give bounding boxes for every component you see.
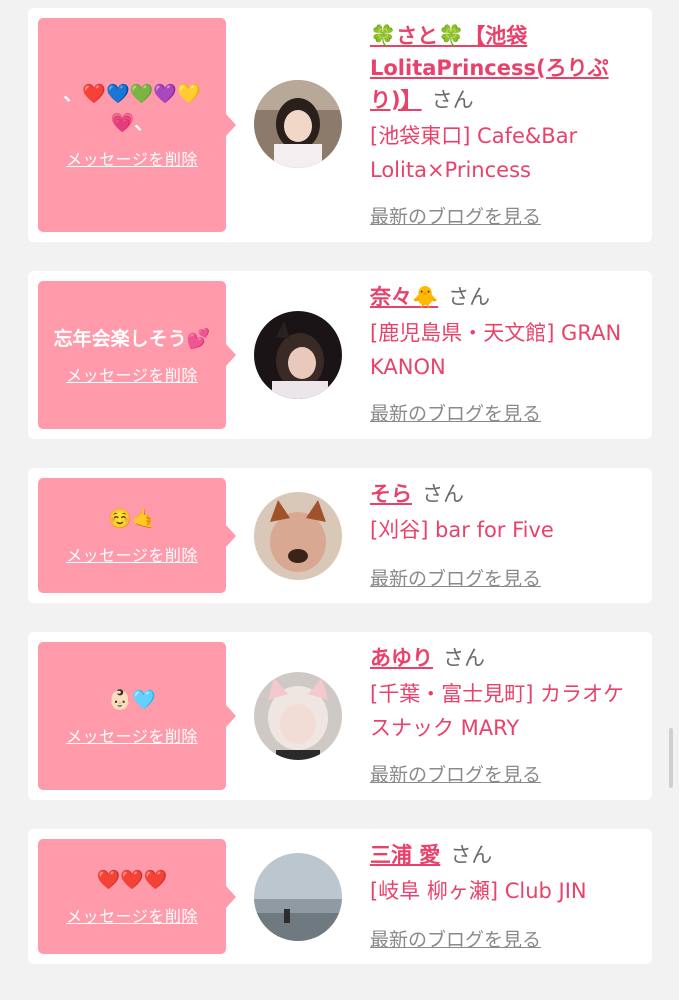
avatar-photo bbox=[254, 853, 342, 941]
message-text: 👶🏻🩵 bbox=[108, 688, 156, 711]
latest-blog-link[interactable]: 最新のブログを見る bbox=[370, 760, 541, 787]
message-text: ❤️❤️❤️ bbox=[96, 869, 168, 891]
shop-info: [千葉・富士見町] カラオケスナック MARY bbox=[370, 682, 625, 740]
avatar-photo bbox=[254, 311, 342, 399]
name-line: 🍀さと🍀【池袋LolitaPrincess(ろりぷり)】 さん bbox=[370, 20, 630, 116]
avatar-photo bbox=[254, 492, 342, 580]
message-bubble: ❤️❤️❤️ メッセージを削除 bbox=[38, 839, 236, 954]
delete-message-link[interactable]: メッセージを削除 bbox=[66, 146, 198, 170]
delete-message-link[interactable]: メッセージを削除 bbox=[66, 362, 198, 386]
message-card: 👶🏻🩵 メッセージを削除 あゆり さん [千葉・富士見町] カラオケスナック MA… bbox=[28, 632, 652, 800]
latest-blog-link[interactable]: 最新のブログを見る bbox=[370, 399, 541, 426]
name-line: あゆり さん bbox=[370, 642, 630, 674]
message-text: 、❤️💙💚💜💛💗、 bbox=[63, 83, 201, 134]
profile-info: 三浦 愛さん [岐阜 柳ヶ瀬] Club JIN bbox=[370, 839, 630, 908]
latest-blog-link[interactable]: 最新のブログを見る bbox=[370, 925, 541, 952]
cast-name-link[interactable]: あゆり bbox=[370, 646, 433, 670]
cast-name-link[interactable]: 🍀さと🍀【池袋LolitaPrincess(ろりぷり)】 bbox=[370, 24, 609, 112]
latest-blog-link[interactable]: 最新のブログを見る bbox=[370, 564, 541, 591]
avatar-photo bbox=[254, 80, 342, 168]
message-bubble: 、❤️💙💚💜💛💗、 メッセージを削除 bbox=[38, 18, 236, 232]
avatar[interactable] bbox=[254, 672, 342, 760]
honorific: さん bbox=[443, 646, 485, 670]
message-text: 忘年会楽しそう💕 bbox=[53, 327, 211, 350]
profile-info: 奈々🐥 さん [鹿児島県・天文館] GRAN KANON bbox=[370, 281, 630, 384]
cast-name-link[interactable]: 三浦 愛 bbox=[370, 843, 440, 867]
cast-name-link[interactable]: 奈々🐥 bbox=[370, 285, 438, 309]
profile-info: あゆり さん [千葉・富士見町] カラオケスナック MARY bbox=[370, 642, 630, 745]
cast-name-link[interactable]: そら bbox=[370, 482, 412, 506]
avatar-photo bbox=[254, 672, 342, 760]
delete-message-link[interactable]: メッセージを削除 bbox=[66, 903, 198, 927]
message-bubble: 👶🏻🩵 メッセージを削除 bbox=[38, 642, 236, 790]
name-line: 三浦 愛さん bbox=[370, 839, 630, 871]
delete-message-link[interactable]: メッセージを削除 bbox=[66, 542, 198, 566]
shop-info: [池袋東口] Cafe&Bar Lolita×Princess bbox=[370, 124, 578, 182]
avatar[interactable] bbox=[254, 853, 342, 941]
honorific: さん bbox=[448, 285, 491, 309]
honorific: さん bbox=[431, 88, 474, 112]
delete-message-link[interactable]: メッセージを削除 bbox=[66, 723, 198, 747]
message-card: 忘年会楽しそう💕 メッセージを削除 奈々🐥 さん [鹿児島県・天文館] GRAN … bbox=[28, 271, 652, 439]
latest-blog-link[interactable]: 最新のブログを見る bbox=[370, 202, 541, 229]
message-card: ❤️❤️❤️ メッセージを削除 三浦 愛さん [岐阜 柳ヶ瀬] Club JIN… bbox=[28, 829, 652, 964]
shop-info: [岐阜 柳ヶ瀬] Club JIN bbox=[370, 879, 587, 903]
shop-info: [刈谷] bar for Five bbox=[370, 518, 554, 542]
message-text: ☺️🤙 bbox=[108, 508, 156, 530]
message-bubble: 忘年会楽しそう💕 メッセージを削除 bbox=[38, 281, 236, 429]
honorific: さん bbox=[422, 482, 464, 506]
message-card: ☺️🤙 メッセージを削除 そら さん [刈谷] bar for Five 最新のブ… bbox=[28, 468, 652, 603]
shop-info: [鹿児島県・天文館] GRAN KANON bbox=[370, 321, 622, 379]
profile-info: 🍀さと🍀【池袋LolitaPrincess(ろりぷり)】 さん [池袋東口] Ca… bbox=[370, 20, 630, 187]
avatar[interactable] bbox=[254, 311, 342, 399]
profile-info: そら さん [刈谷] bar for Five bbox=[370, 478, 630, 547]
avatar[interactable] bbox=[254, 80, 342, 168]
name-line: 奈々🐥 さん bbox=[370, 281, 630, 313]
avatar[interactable] bbox=[254, 492, 342, 580]
message-bubble: ☺️🤙 メッセージを削除 bbox=[38, 478, 236, 593]
honorific: さん bbox=[450, 843, 493, 867]
scrollbar[interactable] bbox=[669, 728, 673, 788]
message-card: 、❤️💙💚💜💛💗、 メッセージを削除 🍀さと🍀【池袋LolitaPrincess… bbox=[28, 8, 652, 242]
name-line: そら さん bbox=[370, 478, 630, 510]
